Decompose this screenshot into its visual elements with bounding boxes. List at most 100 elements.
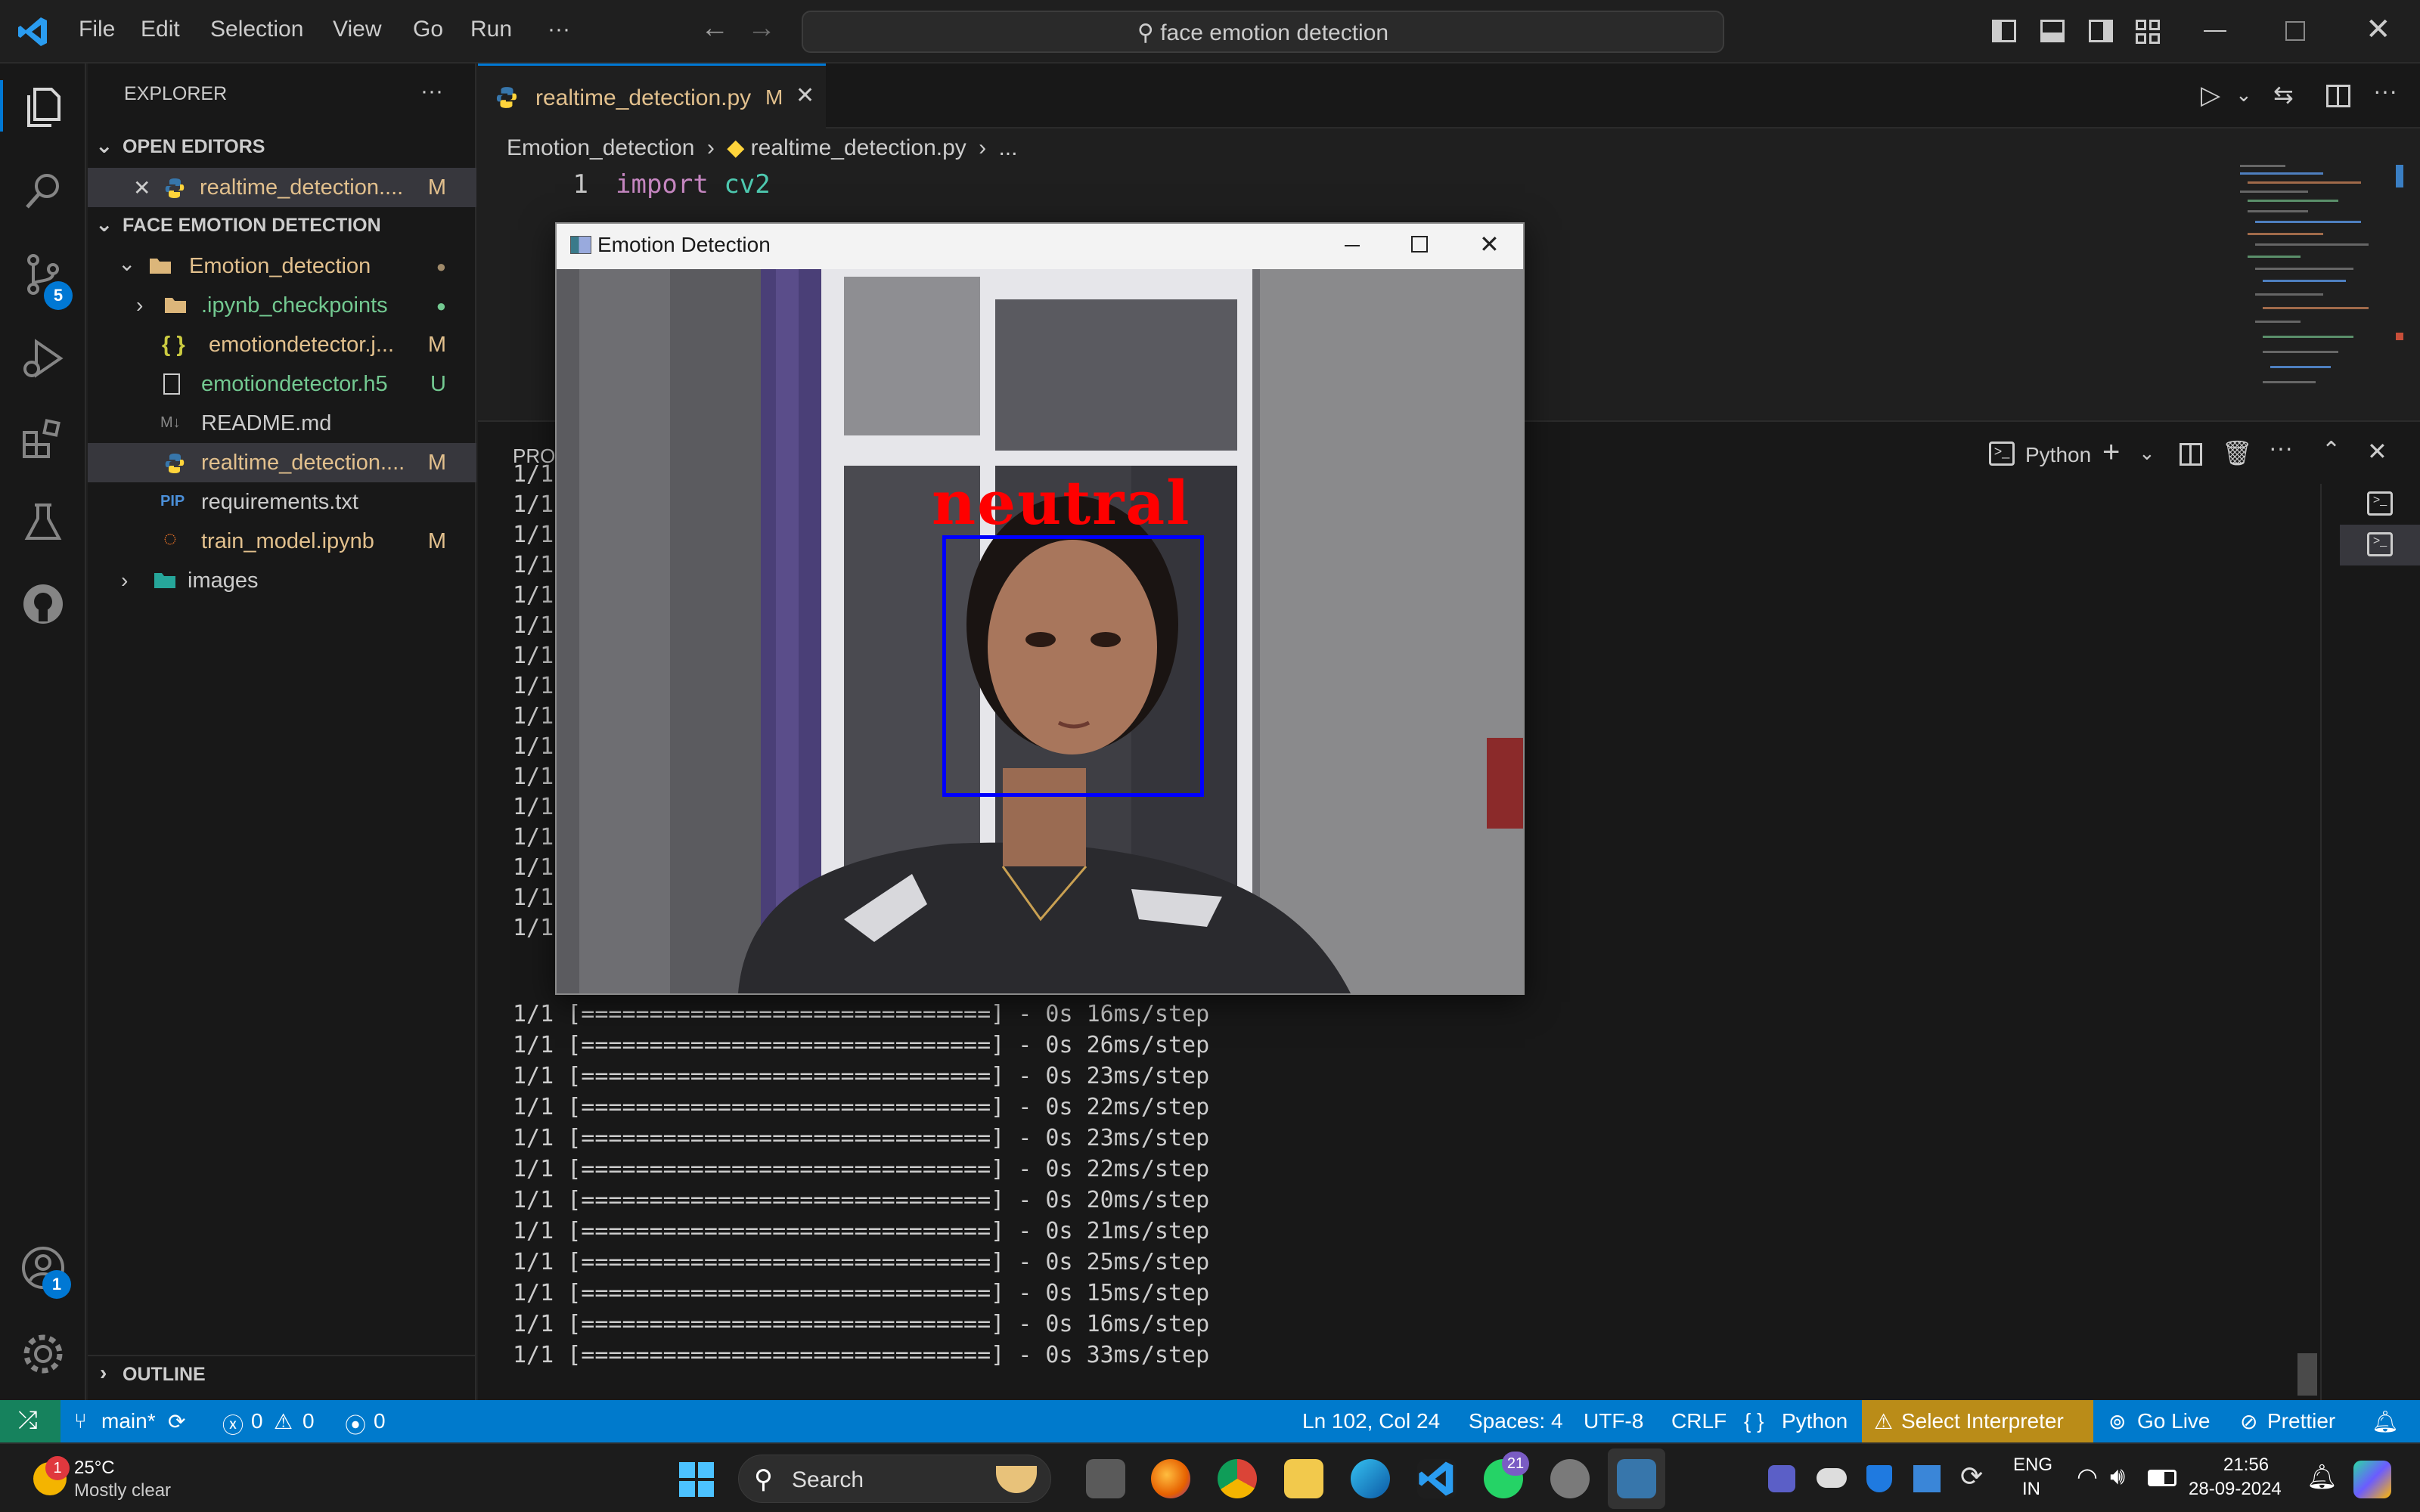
editor-more-icon[interactable]: ···	[2373, 77, 2397, 105]
github-icon[interactable]	[18, 579, 68, 629]
clock-date[interactable]: 28-09-2024	[2189, 1479, 2282, 1500]
run-dropdown-icon[interactable]: ⌄	[2235, 83, 2252, 107]
command-center-search[interactable]: ⚲ face emotion detection	[802, 11, 1724, 53]
open-editor-item[interactable]: ✕ realtime_detection.... M	[88, 168, 476, 207]
edge-icon[interactable]	[1351, 1459, 1390, 1498]
back-arrow-icon[interactable]: ←	[700, 12, 729, 45]
project-header[interactable]: ⌄ FACE EMOTION DETECTION	[88, 207, 476, 246]
go-live[interactable]: Go Live	[2137, 1409, 2211, 1433]
remote-indicator[interactable]: ⤮	[0, 1400, 60, 1442]
breadcrumb-symbol[interactable]: ...	[998, 135, 1017, 160]
python-app-icon[interactable]	[1617, 1459, 1656, 1498]
sync-tray-icon[interactable]: ⟳	[1960, 1461, 1983, 1492]
file-requirements[interactable]: PIP requirements.txt	[88, 482, 476, 522]
notifications-bell-icon[interactable]: 🔔︎	[2372, 1409, 2399, 1434]
maximize-icon[interactable]	[1411, 236, 1428, 253]
folder-emotion-detection[interactable]: ⌄ Emotion_detection ●	[88, 246, 476, 286]
file-readme[interactable]: M↓ README.md	[88, 404, 476, 443]
extensions-icon[interactable]	[18, 416, 68, 466]
maximize-panel-icon[interactable]: ⌃	[2322, 437, 2341, 463]
warning-count[interactable]: 0	[302, 1409, 315, 1433]
indentation[interactable]: Spaces: 4	[1469, 1409, 1563, 1433]
branch-name[interactable]: main*	[101, 1409, 156, 1433]
file-emotiondetector-h5[interactable]: emotiondetector.h5 U	[88, 364, 476, 404]
terminal-profile[interactable]: Python	[2025, 443, 2091, 467]
vscode-taskbar-icon[interactable]	[1417, 1459, 1457, 1498]
outline-header[interactable]: › OUTLINE	[88, 1355, 476, 1394]
explorer-more-icon[interactable]: ···	[420, 79, 443, 104]
security-icon[interactable]	[1866, 1465, 1892, 1492]
open-editors-header[interactable]: ⌄ OPEN EDITORS	[88, 129, 476, 168]
search-view-icon[interactable]	[18, 166, 68, 216]
breadcrumb-folder[interactable]: Emotion_detection	[507, 135, 695, 160]
copilot-icon[interactable]	[2353, 1461, 2391, 1498]
close-editor-icon[interactable]: ✕	[133, 175, 150, 200]
ports-count[interactable]: 0	[374, 1409, 386, 1433]
volume-icon[interactable]: 🔊︎	[2110, 1462, 2125, 1491]
prettier[interactable]: Prettier	[2267, 1409, 2335, 1433]
sync-icon[interactable]: ⟳	[168, 1409, 185, 1434]
clock-time[interactable]: 21:56	[2223, 1455, 2269, 1476]
testing-flask-icon[interactable]	[18, 497, 68, 547]
end-of-line[interactable]: CRLF	[1671, 1409, 1727, 1433]
menu-more[interactable]: ···	[548, 17, 570, 42]
battery-icon[interactable]	[2148, 1470, 2176, 1486]
split-terminal-icon[interactable]	[2180, 443, 2202, 466]
emotion-detection-window[interactable]: Emotion Detection ✕ neutral	[555, 222, 1525, 995]
close-window-icon[interactable]: ✕	[1479, 230, 1500, 259]
select-interpreter[interactable]: ⚠ Select Interpreter	[1862, 1400, 2093, 1442]
menu-run[interactable]: Run	[470, 17, 512, 42]
wifi-icon[interactable]: ◠	[2077, 1462, 2098, 1491]
settings-gear-icon[interactable]	[18, 1329, 68, 1379]
forward-arrow-icon[interactable]: →	[747, 12, 776, 45]
file-emotiondetector-json[interactable]: { } emotiondetector.j... M	[88, 325, 476, 364]
new-terminal-icon[interactable]: +	[2102, 435, 2120, 469]
language-mode[interactable]: Python	[1782, 1409, 1848, 1433]
terminal-list-item[interactable]: >_	[2340, 484, 2420, 525]
teams-icon[interactable]	[1768, 1465, 1795, 1492]
region[interactable]: IN	[2022, 1479, 2040, 1500]
run-debug-icon[interactable]	[18, 333, 68, 383]
toggle-panel-icon[interactable]	[2040, 20, 2065, 42]
open-changes-icon[interactable]: ⇆	[2273, 80, 2294, 109]
breadcrumb-file[interactable]: realtime_detection.py	[751, 135, 966, 160]
cursor-position[interactable]: Ln 102, Col 24	[1302, 1409, 1440, 1433]
file-explorer-icon[interactable]	[1284, 1459, 1323, 1498]
onedrive-icon[interactable]	[1817, 1468, 1847, 1488]
language[interactable]: ENG	[2013, 1455, 2052, 1476]
close-tab-icon[interactable]: ✕	[796, 82, 814, 109]
chrome-icon[interactable]	[1218, 1459, 1257, 1498]
close-panel-icon[interactable]: ✕	[2367, 437, 2387, 466]
file-train-model[interactable]: ◌ train_model.ipynb M	[88, 522, 476, 561]
menu-edit[interactable]: Edit	[141, 17, 180, 42]
panel-more-icon[interactable]: ···	[2269, 434, 2293, 462]
terminal-list-item[interactable]: >_	[2340, 525, 2420, 565]
menu-selection[interactable]: Selection	[210, 17, 303, 42]
tab-realtime-detection[interactable]: realtime_detection.py M ✕	[478, 64, 826, 129]
minimize-icon[interactable]	[1345, 245, 1360, 246]
start-windows-icon[interactable]	[679, 1462, 714, 1497]
file-ipynb-checkpoints[interactable]: › .ipynb_checkpoints ●	[88, 286, 476, 325]
tray-app-icon[interactable]	[1913, 1465, 1941, 1492]
error-count[interactable]: 0	[251, 1409, 263, 1433]
folder-images[interactable]: › images	[88, 561, 476, 600]
file-realtime-detection[interactable]: realtime_detection.... M	[88, 443, 476, 482]
toggle-secondary-sidebar-icon[interactable]	[2089, 20, 2113, 42]
minimap[interactable]	[2232, 165, 2376, 414]
kill-terminal-icon[interactable]: 🗑	[2222, 438, 2253, 467]
split-editor-icon[interactable]	[2326, 85, 2350, 107]
toggle-primary-sidebar-icon[interactable]	[1992, 20, 2016, 42]
minimize-icon[interactable]	[2204, 30, 2226, 32]
customize-layout-icon[interactable]	[2136, 20, 2161, 44]
terminal-scrollbar[interactable]	[2297, 1353, 2317, 1396]
menu-go[interactable]: Go	[413, 17, 443, 42]
firefox-icon[interactable]	[1151, 1459, 1190, 1498]
taskbar-search[interactable]: ⚲ Search	[738, 1455, 1051, 1503]
close-window-icon[interactable]: ✕	[2366, 12, 2391, 47]
settings-icon[interactable]	[1550, 1459, 1590, 1498]
notification-bell-icon[interactable]: 🔔︎	[2307, 1462, 2338, 1491]
encoding[interactable]: UTF-8	[1584, 1409, 1643, 1433]
terminal-dropdown-icon[interactable]: ⌄	[2139, 442, 2155, 465]
task-view-icon[interactable]	[1086, 1459, 1125, 1498]
menu-view[interactable]: View	[333, 17, 381, 42]
